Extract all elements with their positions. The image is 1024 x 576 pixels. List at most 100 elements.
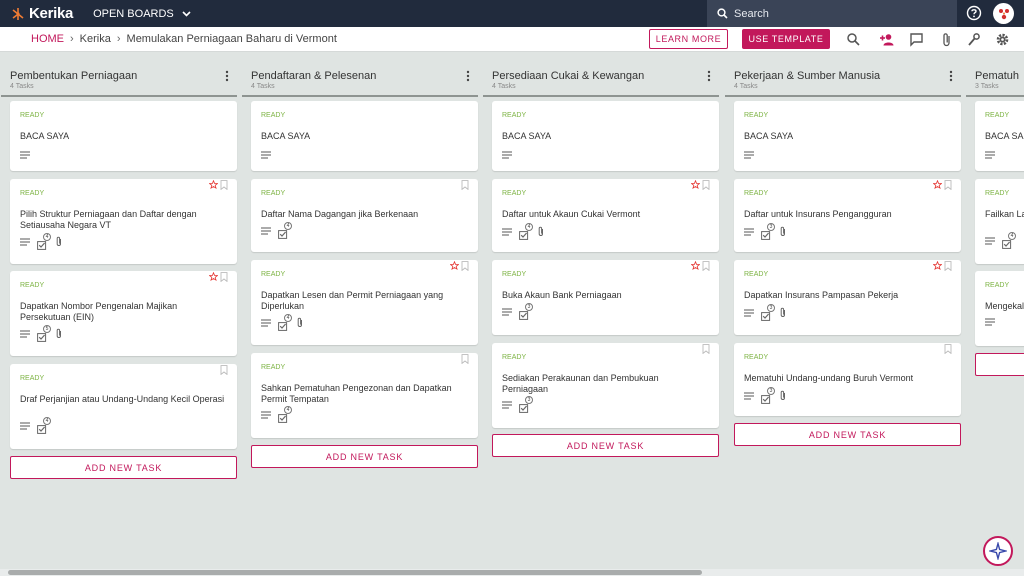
task-card[interactable]: READY Failkan La Negara V 4 (975, 179, 1024, 264)
add-new-task-button[interactable]: ADD NEW TASK (251, 445, 478, 468)
task-title: Failkan La Negara V (985, 209, 1024, 219)
column-menu-icon[interactable] (225, 70, 229, 82)
card-flags (209, 180, 228, 190)
column-header[interactable]: Pendaftaran & Pelesenan 4 Tasks (242, 53, 478, 97)
bookmark-icon[interactable] (702, 180, 710, 190)
user-avatar[interactable] (993, 3, 1014, 24)
board-search-icon[interactable] (846, 32, 861, 47)
bookmark-icon[interactable] (944, 180, 952, 190)
checklist-indicator: 4 (278, 406, 292, 423)
column-header[interactable]: Persediaan Cukai & Kewangan 4 Tasks (483, 53, 719, 97)
open-boards-menu[interactable]: OPEN BOARDS (93, 8, 191, 20)
task-icons: 3 (744, 222, 786, 240)
assistant-button[interactable] (983, 536, 1013, 566)
card-flags (209, 272, 228, 282)
add-new-task-button[interactable]: ADD NEW TASK (734, 423, 961, 446)
task-card[interactable]: READY Dapatkan Lesen dan Permit Perniagaa… (251, 260, 478, 345)
task-card[interactable]: READY Sahkan Pematuhan Pengezonan dan Dap… (251, 353, 478, 438)
add-new-task-button[interactable] (975, 353, 1024, 376)
bookmark-icon[interactable] (944, 344, 952, 354)
scrollbar-thumb[interactable] (8, 570, 702, 575)
task-card[interactable]: READY Buka Akaun Bank Perniagaan 3 (492, 260, 719, 335)
column-task-count: 3 Tasks (975, 83, 999, 90)
card-flags (944, 344, 952, 354)
bookmark-icon[interactable] (461, 180, 469, 190)
search-icon (717, 8, 728, 19)
search-input[interactable] (734, 7, 934, 20)
task-card[interactable]: READY Daftar untuk Insurans Pengangguran 3 (734, 179, 961, 252)
column-header[interactable]: Pembentukan Perniagaan 4 Tasks (1, 53, 237, 97)
task-card[interactable]: READY Mengekal (975, 271, 1024, 346)
star-icon[interactable] (933, 180, 942, 189)
column-header[interactable]: Pekerjaan & Sumber Manusia 4 Tasks (725, 53, 961, 97)
bookmark-icon[interactable] (461, 261, 469, 271)
task-card[interactable]: READY BACA SAYA (10, 101, 237, 171)
attachment-icon[interactable] (939, 32, 954, 47)
column-header[interactable]: Pematuh 3 Tasks (966, 53, 1024, 97)
task-card[interactable]: READY Draf Perjanjian atau Undang-Undang … (10, 364, 237, 449)
checklist-icon (37, 240, 47, 250)
column-menu-icon[interactable] (949, 70, 953, 82)
bookmark-icon[interactable] (702, 261, 710, 271)
task-icons: 4 (502, 222, 544, 240)
breadcrumb-org[interactable]: Kerika (80, 33, 111, 45)
task-card[interactable]: READY Dapatkan Nombor Pengenalan Majikan … (10, 271, 237, 356)
task-card[interactable]: READY Daftar Nama Dagangan jika Berkenaan… (251, 179, 478, 252)
chat-icon[interactable] (909, 32, 924, 47)
help-icon[interactable] (966, 5, 982, 21)
bookmark-icon[interactable] (461, 354, 469, 364)
checklist-indicator: 4 (37, 232, 51, 250)
kerika-logo[interactable]: Kerika (11, 5, 73, 22)
breadcrumb-home[interactable]: HOME (31, 33, 64, 45)
task-title: Daftar untuk Insurans Pengangguran (744, 209, 892, 219)
paperclip-icon (538, 226, 543, 236)
task-card[interactable]: READY BACA SAYA (251, 101, 478, 171)
bookmark-icon[interactable] (944, 261, 952, 271)
column-task-count: 4 Tasks (10, 83, 34, 90)
star-icon[interactable] (450, 261, 459, 270)
add-person-icon[interactable] (879, 32, 895, 47)
column-title: Pekerjaan & Sumber Manusia (734, 70, 881, 82)
status-label: READY (502, 112, 527, 119)
task-card[interactable]: READY Mematuhi Undang-undang Buruh Vermon… (734, 343, 961, 416)
column-menu-icon[interactable] (466, 70, 470, 82)
star-icon[interactable] (209, 272, 218, 281)
task-icons (744, 151, 754, 159)
task-card[interactable]: READY Pilih Struktur Perniagaan dan Dafta… (10, 179, 237, 264)
bookmark-icon[interactable] (220, 365, 228, 375)
bookmark-icon[interactable] (220, 272, 228, 282)
star-icon[interactable] (209, 180, 218, 189)
task-card[interactable]: READY Dapatkan Insurans Pampasan Pekerja 3 (734, 260, 961, 335)
bookmark-icon[interactable] (220, 180, 228, 190)
task-card[interactable]: READY BACA SA (975, 101, 1024, 171)
checklist-count: 5 (43, 324, 51, 333)
checklist-icon (519, 404, 529, 413)
wrench-icon[interactable] (966, 32, 981, 47)
task-title: BACA SA (985, 131, 1024, 141)
add-new-task-button[interactable]: ADD NEW TASK (492, 434, 719, 457)
add-new-task-button[interactable]: ADD NEW TASK (10, 456, 237, 479)
checklist-count: 4 (284, 406, 292, 414)
star-icon[interactable] (933, 261, 942, 270)
task-card[interactable]: READY Daftar untuk Akaun Cukai Vermont 4 (492, 179, 719, 252)
task-card[interactable]: READY Sediakan Perakaunan dan Pembukuan P… (492, 343, 719, 428)
task-icons: 3 (502, 303, 533, 320)
settings-gear-icon[interactable] (995, 32, 1010, 47)
description-icon (985, 237, 995, 245)
status-label: READY (502, 190, 527, 197)
app-name: Kerika (29, 5, 74, 22)
task-card[interactable]: READY BACA SAYA (734, 101, 961, 171)
checklist-indicator: 3 (519, 396, 533, 413)
column-menu-icon[interactable] (707, 70, 711, 82)
horizontal-scrollbar[interactable] (0, 569, 1024, 576)
checklist-count: 4 (1008, 232, 1016, 240)
task-title: BACA SAYA (502, 131, 552, 141)
star-icon[interactable] (691, 180, 700, 189)
top-bar: Kerika OPEN BOARDS (0, 0, 1024, 27)
learn-more-button[interactable]: LEARN MORE (649, 29, 728, 49)
search-box[interactable] (707, 0, 957, 27)
bookmark-icon[interactable] (702, 344, 710, 354)
task-card[interactable]: READY BACA SAYA (492, 101, 719, 171)
star-icon[interactable] (691, 261, 700, 270)
use-template-button[interactable]: USE TEMPLATE (742, 29, 830, 49)
